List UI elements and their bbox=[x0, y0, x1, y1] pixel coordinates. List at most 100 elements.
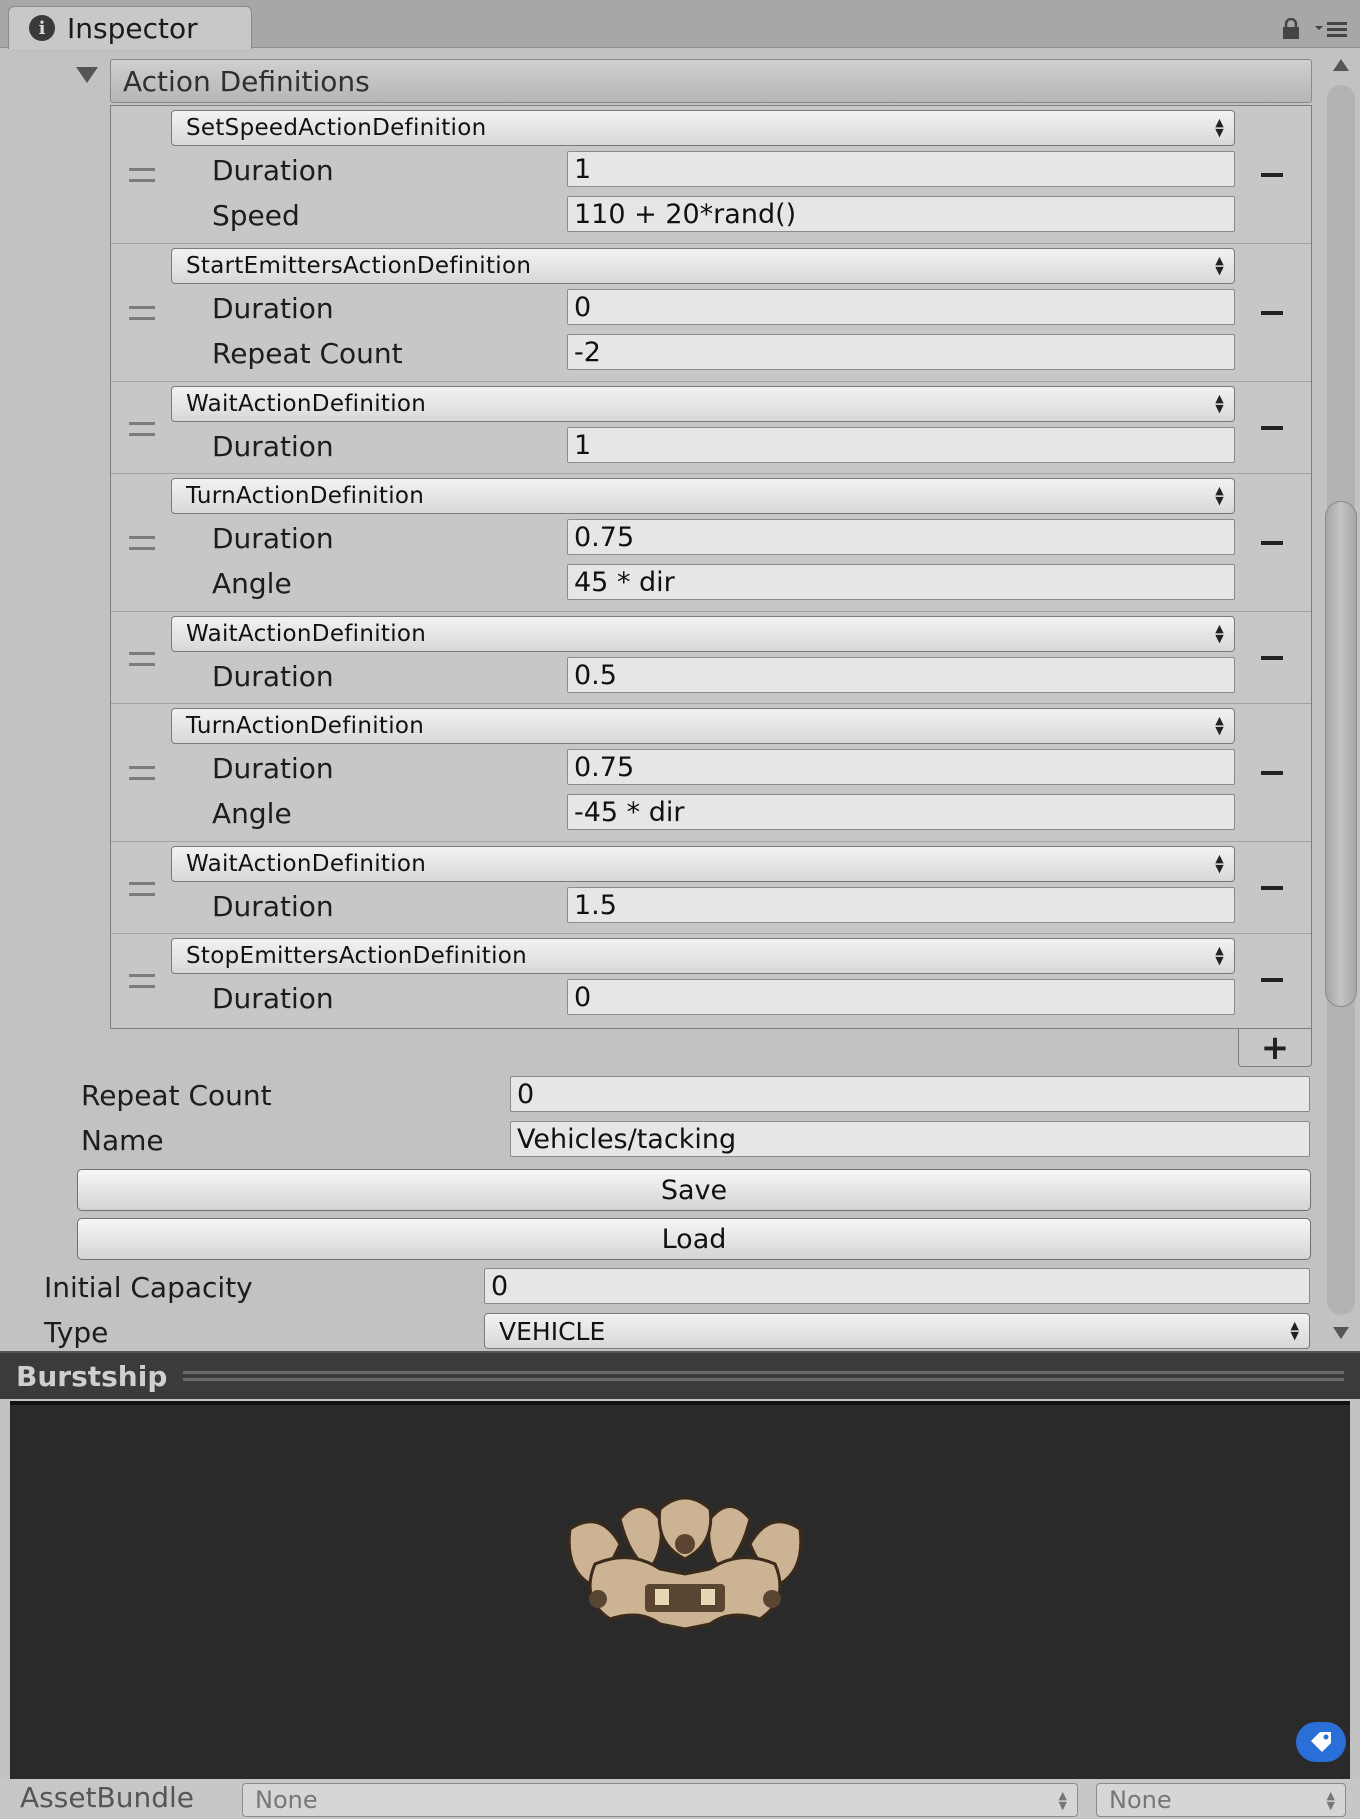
grip-icon[interactable] bbox=[183, 1371, 1344, 1381]
drag-handle-icon[interactable] bbox=[129, 882, 155, 896]
drag-handle-icon[interactable] bbox=[129, 766, 155, 780]
asset-bundle-value: None bbox=[255, 1786, 318, 1814]
action-type-select[interactable]: StartEmittersActionDefinition ▲ ▼ bbox=[171, 248, 1235, 284]
duration-field[interactable]: 0.75 bbox=[567, 519, 1235, 555]
add-symbol: + bbox=[1260, 1027, 1290, 1068]
field-value: 1 bbox=[574, 429, 592, 461]
repeat-count-label: Repeat Count bbox=[81, 1079, 272, 1112]
type-label: Type bbox=[44, 1316, 109, 1349]
action-type-value: TurnActionDefinition bbox=[186, 483, 425, 509]
field-label: Duration bbox=[212, 522, 334, 555]
load-button[interactable]: Load bbox=[77, 1218, 1311, 1260]
duration-field[interactable]: 1 bbox=[567, 427, 1235, 463]
name-input[interactable]: Vehicles/tacking bbox=[510, 1121, 1310, 1157]
initial-capacity-input[interactable]: 0 bbox=[484, 1268, 1310, 1304]
save-button[interactable]: Save bbox=[77, 1169, 1311, 1211]
drag-handle-icon[interactable] bbox=[129, 306, 155, 320]
list-item: TurnActionDefinition ▲ ▼ Duration 0.75 An… bbox=[111, 704, 1311, 842]
drag-handle-icon[interactable] bbox=[129, 168, 155, 182]
asset-variant-select[interactable]: None ▲ ▼ bbox=[1096, 1783, 1346, 1817]
repeat-count-field[interactable]: -2 bbox=[567, 334, 1235, 370]
inspector-panel: Action Definitions SetSpeedActionDefinit… bbox=[0, 49, 1360, 1351]
action-type-select[interactable]: WaitActionDefinition ▲ ▼ bbox=[171, 386, 1235, 422]
action-definitions-title: Action Definitions bbox=[123, 64, 370, 98]
list-item: WaitActionDefinition ▲ ▼ Duration 1 bbox=[111, 382, 1311, 474]
remove-item-button[interactable] bbox=[1261, 173, 1283, 177]
asset-bundle-label: AssetBundle bbox=[20, 1781, 195, 1814]
scroll-down-icon[interactable] bbox=[1333, 1327, 1349, 1339]
tab-inspector[interactable]: i Inspector bbox=[8, 6, 252, 49]
angle-field[interactable]: 45 * dir bbox=[567, 564, 1235, 600]
duration-field[interactable]: 1 bbox=[567, 151, 1235, 187]
action-type-value: SetSpeedActionDefinition bbox=[186, 115, 487, 141]
updown-icon: ▲ ▼ bbox=[1215, 484, 1224, 507]
drag-handle-icon[interactable] bbox=[129, 974, 155, 988]
remove-item-button[interactable] bbox=[1261, 311, 1283, 315]
remove-item-button[interactable] bbox=[1261, 541, 1283, 545]
field-value: 0.75 bbox=[574, 521, 635, 553]
drag-handle-icon[interactable] bbox=[129, 652, 155, 666]
foldout-arrow-icon[interactable] bbox=[76, 67, 98, 83]
tab-bar: i Inspector bbox=[0, 0, 1360, 49]
remove-item-button[interactable] bbox=[1261, 978, 1283, 982]
angle-field[interactable]: -45 * dir bbox=[567, 794, 1235, 830]
action-type-select[interactable]: WaitActionDefinition ▲ ▼ bbox=[171, 846, 1235, 882]
menu-icon[interactable] bbox=[1314, 19, 1348, 39]
action-definitions-header[interactable]: Action Definitions bbox=[110, 59, 1312, 103]
field-value: 1.5 bbox=[574, 889, 617, 921]
field-label: Duration bbox=[212, 752, 334, 785]
tag-icon[interactable] bbox=[1296, 1722, 1346, 1762]
remove-item-button[interactable] bbox=[1261, 426, 1283, 430]
drag-handle-icon[interactable] bbox=[129, 536, 155, 550]
action-type-value: WaitActionDefinition bbox=[186, 621, 427, 647]
field-label: Duration bbox=[212, 430, 334, 463]
field-value: 45 * dir bbox=[574, 566, 675, 598]
speed-field[interactable]: 110 + 20*rand() bbox=[567, 196, 1235, 232]
field-label: Duration bbox=[212, 982, 334, 1015]
field-label: Speed bbox=[212, 199, 300, 232]
field-label: Duration bbox=[212, 890, 334, 923]
duration-field[interactable]: 0 bbox=[567, 289, 1235, 325]
updown-icon: ▲ ▼ bbox=[1215, 852, 1224, 875]
action-type-select[interactable]: StopEmittersActionDefinition ▲ ▼ bbox=[171, 938, 1235, 974]
add-item-button[interactable]: + bbox=[1238, 1027, 1312, 1068]
action-type-value: WaitActionDefinition bbox=[186, 391, 427, 417]
tab-tools bbox=[1282, 18, 1348, 40]
list-item: StopEmittersActionDefinition ▲ ▼ Duration… bbox=[111, 934, 1311, 1028]
duration-field[interactable]: 0.75 bbox=[567, 749, 1235, 785]
action-type-value: TurnActionDefinition bbox=[186, 713, 425, 739]
type-select[interactable]: VEHICLE ▲ ▼ bbox=[484, 1313, 1310, 1349]
duration-field[interactable]: 0 bbox=[567, 979, 1235, 1015]
type-value: VEHICLE bbox=[499, 1316, 606, 1346]
field-value: -2 bbox=[574, 336, 601, 368]
asset-bundle-select[interactable]: None ▲ ▼ bbox=[242, 1783, 1078, 1817]
field-label: Duration bbox=[212, 660, 334, 693]
remove-item-button[interactable] bbox=[1261, 656, 1283, 660]
duration-field[interactable]: 1.5 bbox=[567, 887, 1235, 923]
action-type-select[interactable]: WaitActionDefinition ▲ ▼ bbox=[171, 616, 1235, 652]
load-label: Load bbox=[661, 1223, 727, 1255]
list-item: WaitActionDefinition ▲ ▼ Duration 0.5 bbox=[111, 612, 1311, 704]
action-type-select[interactable]: TurnActionDefinition ▲ ▼ bbox=[171, 478, 1235, 514]
field-value: 0.75 bbox=[574, 751, 635, 783]
info-icon: i bbox=[29, 15, 55, 41]
vertical-scrollbar[interactable] bbox=[1322, 49, 1360, 1351]
lock-icon[interactable] bbox=[1282, 18, 1300, 40]
name-value: Vehicles/tacking bbox=[517, 1123, 737, 1155]
drag-handle-icon[interactable] bbox=[129, 422, 155, 436]
name-label: Name bbox=[81, 1124, 164, 1157]
repeat-count-input[interactable]: 0 bbox=[510, 1076, 1310, 1112]
scroll-thumb[interactable] bbox=[1325, 501, 1357, 1007]
duration-field[interactable]: 0.5 bbox=[567, 657, 1235, 693]
remove-item-button[interactable] bbox=[1261, 771, 1283, 775]
scroll-up-icon[interactable] bbox=[1333, 59, 1349, 71]
field-value: 1 bbox=[574, 153, 592, 185]
updown-icon: ▲ ▼ bbox=[1215, 714, 1224, 737]
action-type-select[interactable]: TurnActionDefinition ▲ ▼ bbox=[171, 708, 1235, 744]
field-label: Duration bbox=[212, 154, 334, 187]
action-type-value: StopEmittersActionDefinition bbox=[186, 943, 528, 969]
remove-item-button[interactable] bbox=[1261, 886, 1283, 890]
preview-header[interactable]: Burstship bbox=[0, 1351, 1360, 1399]
field-value: 0 bbox=[574, 291, 592, 323]
action-type-select[interactable]: SetSpeedActionDefinition ▲ ▼ bbox=[171, 110, 1235, 146]
